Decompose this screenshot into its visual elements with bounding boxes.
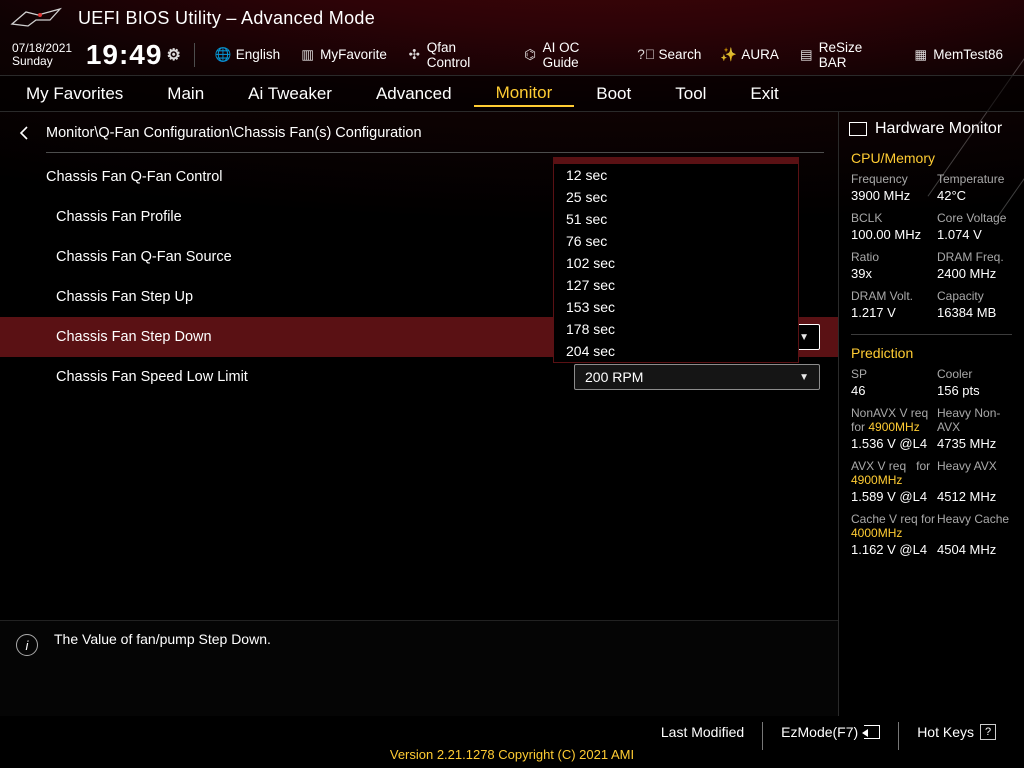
separator bbox=[194, 43, 195, 67]
rog-logo-icon bbox=[8, 6, 64, 30]
title-bar: UEFI BIOS Utility – Advanced Mode bbox=[0, 0, 1024, 36]
date: 07/18/2021 bbox=[12, 42, 80, 55]
hotkeys-button[interactable]: Hot Keys? bbox=[903, 722, 1010, 742]
aura-button[interactable]: ✨AURA bbox=[712, 43, 788, 66]
dropdown-option[interactable]: 153 sec bbox=[554, 296, 798, 318]
search-button[interactable]: ?⃞Search bbox=[630, 43, 711, 66]
dropdown-option[interactable]: 102 sec bbox=[554, 252, 798, 274]
aioc-icon: ⌬ bbox=[523, 47, 538, 62]
language-button[interactable]: 🌐English bbox=[207, 43, 289, 66]
gear-icon[interactable]: ⚙ bbox=[166, 45, 181, 65]
monitor-icon bbox=[849, 122, 867, 136]
breadcrumb-text: Monitor\Q-Fan Configuration\Chassis Fan(… bbox=[46, 125, 422, 141]
ezmode-icon bbox=[864, 725, 880, 739]
tab-main[interactable]: Main bbox=[145, 82, 226, 106]
separator bbox=[851, 334, 1012, 335]
dropdown-option[interactable]: 76 sec bbox=[554, 230, 798, 252]
qfan-button[interactable]: ✣Qfan Control bbox=[398, 36, 512, 74]
chevron-down-icon: ▼ bbox=[799, 372, 809, 383]
tab-exit[interactable]: Exit bbox=[728, 82, 800, 106]
date-block: 07/18/2021 Sunday bbox=[12, 42, 80, 68]
myfavorite-button[interactable]: ▥MyFavorite bbox=[291, 43, 396, 66]
memtest-button[interactable]: ▦MemTest86 bbox=[904, 43, 1012, 66]
tab-my-favorites[interactable]: My Favorites bbox=[4, 82, 145, 106]
copyright: Version 2.21.1278 Copyright (C) 2021 AMI bbox=[0, 747, 1024, 762]
stepdown-dropdown[interactable]: 0 sec 12 sec 25 sec 51 sec 76 sec 102 se… bbox=[553, 157, 799, 363]
dropdown-option[interactable]: 178 sec bbox=[554, 318, 798, 340]
separator bbox=[762, 722, 763, 750]
breadcrumb-separator bbox=[46, 152, 824, 153]
toolbar: 🌐English ▥MyFavorite ✣Qfan Control ⌬AI O… bbox=[207, 36, 1012, 74]
hardware-monitor-panel: Hardware Monitor CPU/Memory FrequencyTem… bbox=[838, 112, 1024, 716]
section-prediction: Prediction bbox=[839, 341, 1024, 365]
time: 19:49⚙ bbox=[86, 39, 182, 71]
row-low-limit[interactable]: Chassis Fan Speed Low Limit 200 RPM▼ bbox=[0, 357, 838, 397]
help-text: The Value of fan/pump Step Down. bbox=[54, 631, 271, 647]
search-icon: ?⃞ bbox=[639, 47, 654, 62]
tab-advanced[interactable]: Advanced bbox=[354, 82, 474, 106]
settings-list: Chassis Fan Q-Fan Control Chassis Fan Pr… bbox=[0, 157, 838, 620]
dropdown-option[interactable]: 12 sec bbox=[554, 164, 798, 186]
last-modified-button[interactable]: Last Modified bbox=[647, 722, 758, 742]
app-title: UEFI BIOS Utility – Advanced Mode bbox=[78, 8, 375, 29]
tab-ai-tweaker[interactable]: Ai Tweaker bbox=[226, 82, 354, 106]
main-panel: Monitor\Q-Fan Configuration\Chassis Fan(… bbox=[0, 112, 838, 716]
resizebar-icon: ▤ bbox=[799, 47, 814, 62]
aura-icon: ✨ bbox=[721, 47, 736, 62]
tab-tool[interactable]: Tool bbox=[653, 82, 728, 106]
dropdown-option[interactable]: 25 sec bbox=[554, 186, 798, 208]
tab-bar: My Favorites Main Ai Tweaker Advanced Mo… bbox=[0, 76, 1024, 112]
memtest-icon: ▦ bbox=[913, 47, 928, 62]
hardware-monitor-title: Hardware Monitor bbox=[839, 112, 1024, 146]
dropdown-option[interactable]: 127 sec bbox=[554, 274, 798, 296]
tab-monitor[interactable]: Monitor bbox=[474, 81, 575, 107]
day: Sunday bbox=[12, 55, 80, 68]
fan-icon: ✣ bbox=[407, 47, 422, 62]
dropdown-option[interactable]: 51 sec bbox=[554, 208, 798, 230]
favorite-icon: ▥ bbox=[300, 47, 315, 62]
ezmode-button[interactable]: EzMode(F7) bbox=[767, 722, 894, 742]
back-button[interactable] bbox=[14, 122, 36, 144]
breadcrumb: Monitor\Q-Fan Configuration\Chassis Fan(… bbox=[0, 112, 838, 150]
aioc-button[interactable]: ⌬AI OC Guide bbox=[514, 36, 628, 74]
dropdown-option[interactable]: 204 sec bbox=[554, 340, 798, 362]
question-icon: ? bbox=[980, 724, 996, 740]
info-icon: i bbox=[16, 634, 38, 656]
lowlimit-select[interactable]: 200 RPM▼ bbox=[574, 364, 820, 390]
tab-boot[interactable]: Boot bbox=[574, 82, 653, 106]
chevron-down-icon: ▼ bbox=[799, 332, 809, 343]
globe-icon: 🌐 bbox=[216, 47, 231, 62]
separator bbox=[898, 722, 899, 750]
section-cpu-memory: CPU/Memory bbox=[839, 146, 1024, 170]
help-panel: i The Value of fan/pump Step Down. bbox=[0, 620, 838, 716]
header-bar: 07/18/2021 Sunday 19:49⚙ 🌐English ▥MyFav… bbox=[0, 36, 1024, 76]
resizebar-button[interactable]: ▤ReSize BAR bbox=[790, 36, 902, 74]
